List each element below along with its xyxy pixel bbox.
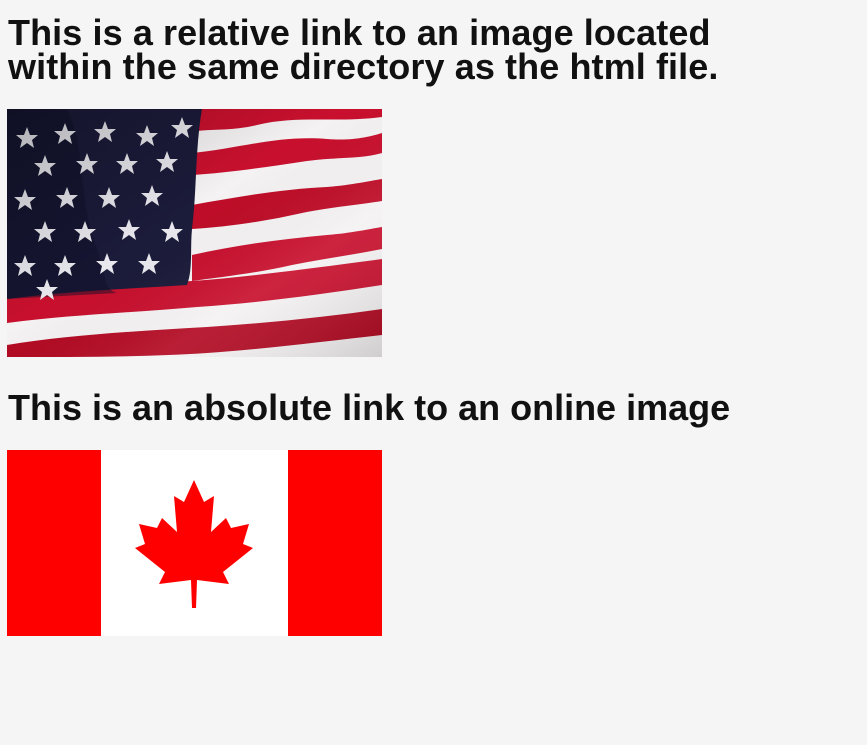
heading-relative-link: This is a relative link to an image loca… [8, 12, 719, 87]
american-flag-image [7, 109, 382, 357]
canadian-flag-image [7, 450, 382, 636]
heading-absolute-link: This is an absolute link to an online im… [8, 387, 731, 428]
